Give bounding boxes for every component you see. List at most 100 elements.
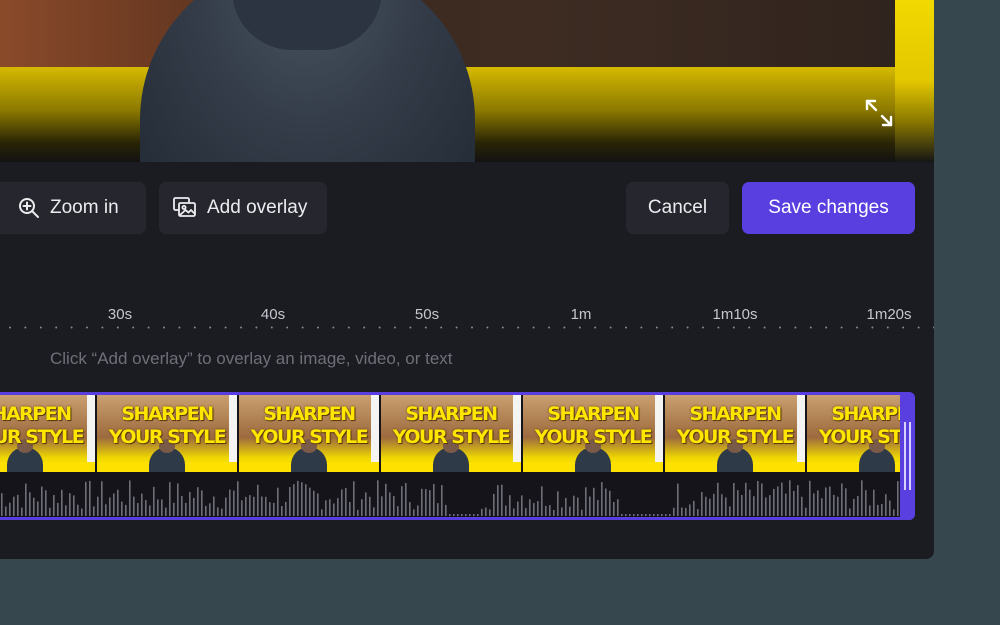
waveform-bar	[113, 493, 115, 516]
ruler-tick-label: 1m20s	[866, 306, 912, 323]
ruler-dot	[363, 326, 366, 329]
waveform-bar	[33, 497, 35, 516]
waveform-bar	[709, 498, 711, 516]
waveform-bar	[889, 500, 891, 516]
waveform-bar	[489, 509, 491, 516]
waveform-bar	[357, 509, 359, 516]
waveform-bar	[809, 480, 811, 516]
waveform-bar	[713, 493, 715, 516]
waveform-bar	[261, 496, 263, 516]
ruler-dot	[578, 326, 581, 329]
audio-waveform	[1, 480, 911, 516]
waveform-bar	[269, 502, 271, 516]
waveform-bar	[829, 486, 831, 516]
ruler-dot	[317, 326, 319, 329]
ruler-dot	[270, 326, 273, 329]
waveform-bar	[57, 502, 59, 516]
waveform-bar	[789, 480, 791, 516]
waveform-bar	[41, 486, 43, 516]
video-preview[interactable]	[0, 0, 934, 162]
zoom-in-button[interactable]: Zoom in	[0, 182, 146, 234]
add-overlay-button[interactable]: Add overlay	[159, 182, 327, 234]
waveform-bar	[785, 493, 787, 516]
waveform-bar	[837, 496, 839, 516]
waveform-bar	[17, 494, 19, 516]
ruler-dot	[347, 326, 350, 329]
ruler-dot	[424, 326, 427, 329]
thumbnail-text-line2: YOUR STYLE	[108, 426, 227, 448]
waveform-bar	[145, 500, 147, 516]
waveform-bar	[853, 498, 855, 516]
expand-icon[interactable]	[864, 98, 894, 128]
waveform-bar	[229, 489, 231, 516]
waveform-bar	[401, 486, 403, 516]
waveform-bar	[353, 481, 355, 516]
waveform-bar	[329, 499, 331, 516]
waveform-bar	[609, 490, 611, 516]
thumbnail-text-line1: SHARPEN	[263, 403, 356, 425]
waveform-bar	[637, 514, 639, 516]
waveform-bar	[21, 507, 23, 516]
thumbnail-frame: SHARPENYOUR STYLE	[665, 395, 807, 472]
waveform-bar	[869, 505, 871, 516]
ruler-dot	[809, 326, 812, 329]
ruler-dot	[132, 326, 135, 329]
waveform-bar	[557, 491, 559, 516]
ruler-dot	[625, 326, 627, 329]
waveform-bar	[417, 505, 419, 516]
ruler-dot	[394, 326, 396, 329]
waveform-bar	[221, 508, 223, 516]
waveform-bar	[65, 505, 67, 516]
waveform-bar	[289, 487, 291, 516]
waveform-bar	[241, 500, 243, 516]
ruler-dot	[517, 326, 520, 329]
overlay-icon	[173, 197, 197, 219]
waveform-bar	[821, 498, 823, 516]
waveform-bar	[165, 507, 167, 516]
waveform-bar	[121, 501, 123, 516]
ruler-dot	[856, 326, 858, 329]
waveform-bar	[397, 506, 399, 516]
waveform-bar	[813, 493, 815, 516]
ruler-dot	[24, 326, 27, 329]
waveform-bar	[805, 507, 807, 516]
ruler-dot	[594, 326, 597, 329]
waveform-bar	[441, 485, 443, 516]
waveform-bar	[633, 514, 635, 516]
waveform-bar	[493, 493, 495, 516]
waveform-bar	[389, 492, 391, 516]
save-changes-button[interactable]: Save changes	[742, 182, 915, 234]
cancel-button[interactable]: Cancel	[626, 182, 729, 234]
waveform-bar	[797, 485, 799, 516]
ruler-dot	[224, 326, 227, 329]
waveform-bar	[97, 496, 99, 516]
waveform-bar	[365, 492, 367, 516]
waveform-bar	[577, 497, 579, 516]
waveform-bar	[537, 501, 539, 516]
ruler-dot	[563, 326, 566, 329]
waveform-bar	[513, 508, 515, 516]
ruler-dot	[671, 326, 674, 329]
waveform-bar	[693, 500, 695, 516]
ruler-dot	[763, 326, 766, 329]
thumbnail-text-line2: YOUR STYLE	[250, 426, 369, 448]
waveform-bar	[617, 499, 619, 516]
waveform-bar	[725, 497, 727, 516]
thumbnail-text-line1: SHARPEN	[831, 403, 915, 425]
waveform-bar	[877, 504, 879, 516]
waveform-bar	[505, 505, 507, 516]
waveform-bar	[569, 506, 571, 516]
waveform-bar	[237, 481, 239, 516]
thumbnail-frame: SHARPENYOUR STYLE	[807, 395, 915, 472]
video-track[interactable]: SHARPENYOUR STYLESHARPENYOUR STYLESHARPE…	[0, 392, 915, 520]
track-trim-handle[interactable]	[900, 392, 915, 520]
ruler-tick-label: 30s	[107, 306, 133, 323]
waveform-bar	[29, 492, 31, 516]
ruler-dot	[240, 326, 242, 329]
waveform-bar	[325, 500, 327, 516]
ruler-dot	[471, 326, 473, 329]
ruler-dot	[917, 326, 920, 329]
waveform-bar	[549, 505, 551, 516]
waveform-bar	[509, 495, 511, 516]
waveform-bar	[581, 509, 583, 516]
